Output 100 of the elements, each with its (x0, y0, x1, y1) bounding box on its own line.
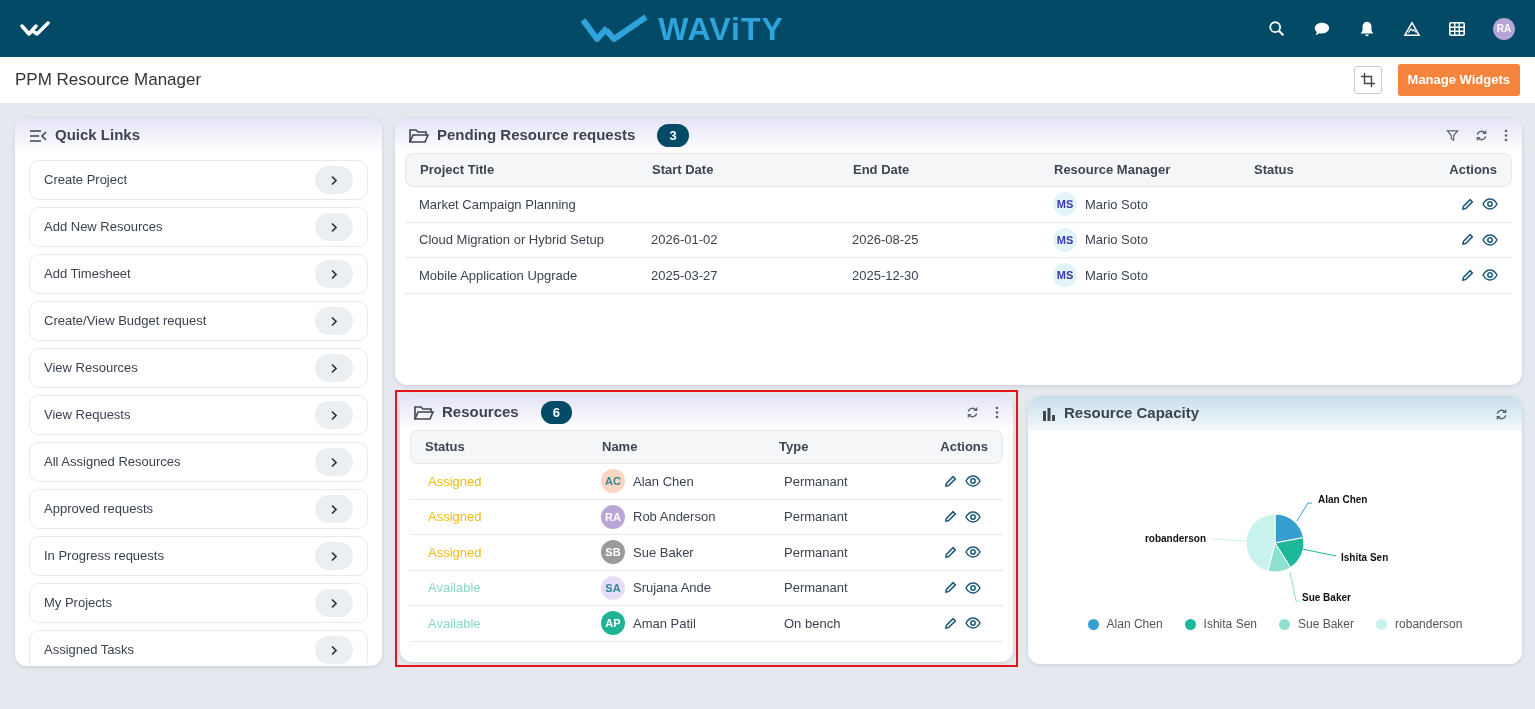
table-cell-text: Alan Chen (633, 472, 694, 491)
folder-icon (409, 127, 429, 144)
chevron-right-icon (330, 409, 338, 421)
refresh-icon[interactable] (1475, 129, 1488, 142)
edit-icon[interactable] (944, 474, 957, 488)
quick-link-item[interactable]: All Assigned Resources (29, 442, 368, 482)
column-header: Actions (1448, 161, 1498, 180)
status-text: Assigned (428, 473, 482, 489)
chevron-right-icon (330, 644, 338, 656)
avatar: AC (601, 469, 625, 494)
avatar: SA (601, 575, 625, 600)
logo-check-icon (580, 13, 651, 44)
avatar: SB (601, 540, 625, 565)
column-header: Type (778, 438, 810, 457)
menu-collapse-icon[interactable] (29, 128, 47, 143)
view-icon[interactable] (965, 546, 981, 559)
refresh-icon[interactable] (1495, 407, 1508, 421)
status-text: Available (428, 615, 481, 631)
pie-label: Sue Baker (1302, 592, 1351, 603)
edit-icon[interactable] (944, 545, 957, 559)
more-options-icon[interactable] (995, 406, 999, 419)
filter-icon[interactable] (1446, 129, 1459, 142)
chevron-right-icon (330, 221, 338, 233)
view-icon[interactable] (1482, 198, 1498, 211)
chevron-right-icon (330, 503, 338, 515)
crop-button[interactable] (1353, 66, 1382, 94)
leader-line (1296, 502, 1313, 522)
quick-link-item[interactable]: In Progress requests (29, 536, 368, 576)
quick-link-item[interactable]: My Projects (29, 583, 368, 623)
edit-icon[interactable] (1461, 268, 1474, 282)
table-cell-text: Sue Baker (633, 543, 694, 562)
folder-icon (414, 404, 434, 421)
column-header: Status (424, 438, 466, 457)
logo-text: WAViTY (658, 9, 784, 49)
avatar: AP (601, 611, 625, 636)
table-cell: Permanant (784, 544, 848, 560)
quick-link-item[interactable]: Add Timesheet (29, 254, 368, 294)
chevron-right-icon (330, 174, 338, 186)
table-cell: Permanant (784, 473, 848, 489)
search-icon[interactable] (1268, 19, 1286, 38)
quick-link-item[interactable]: View Requests (29, 395, 368, 435)
avatar: MS (1053, 192, 1077, 217)
edit-icon[interactable] (944, 510, 957, 524)
column-header: Project Title (419, 161, 496, 180)
table-cell-text: Mobile Application Upgrade (418, 266, 579, 285)
view-icon[interactable] (965, 617, 981, 630)
quick-link-item[interactable]: Add New Resources (29, 207, 368, 247)
bell-icon[interactable] (1358, 19, 1376, 38)
chevron-right-icon (330, 315, 338, 327)
table-cell-text: Srujana Ande (633, 579, 712, 597)
panel-title: Quick Links (55, 125, 141, 146)
quick-link-item[interactable]: Create Project (29, 160, 368, 200)
view-icon[interactable] (1482, 269, 1498, 282)
table-cell-text: Mario Soto (1085, 195, 1148, 214)
edit-icon[interactable] (1461, 233, 1474, 247)
column-header: Status (1253, 161, 1294, 180)
table-cell: On bench (784, 615, 841, 631)
edit-icon[interactable] (1461, 197, 1474, 211)
table-cell-text: Rob Anderson (633, 508, 716, 526)
view-icon[interactable] (965, 581, 981, 594)
table-cell-text: Mario Soto (1085, 231, 1148, 249)
panel-title: Resources (442, 402, 519, 423)
bar-chart-icon (1042, 406, 1056, 421)
quick-link-item[interactable]: Assigned Tasks (29, 630, 368, 666)
status-text: Assigned (428, 544, 482, 560)
leader-line (1212, 538, 1247, 542)
view-icon[interactable] (965, 475, 981, 488)
quick-link-item[interactable]: Create/View Budget request (29, 301, 368, 341)
avatar: MS (1053, 263, 1077, 288)
table-cell-text: Aman Patil (633, 614, 696, 633)
pie-label: Alan Chen (1318, 494, 1368, 505)
pie-label: Ishita Sen (1341, 552, 1389, 563)
quick-link-item[interactable]: Approved requests (29, 489, 368, 529)
panel-title: Resource Capacity (1064, 403, 1200, 424)
grid-icon[interactable] (1448, 19, 1466, 38)
view-icon[interactable] (1482, 233, 1498, 246)
status-text: Available (428, 580, 481, 595)
chevron-right-icon (330, 550, 338, 562)
refresh-icon[interactable] (966, 406, 979, 419)
mountain-icon[interactable] (1403, 19, 1421, 38)
quick-link-item[interactable]: View Resources (29, 348, 368, 388)
table-cell-text: Market Campaign Planning (418, 195, 577, 214)
edit-icon[interactable] (944, 616, 957, 630)
edit-icon[interactable] (944, 581, 957, 595)
legend-label: Ishita Sen (1203, 616, 1257, 633)
table-cell: 2025-12-30 (852, 267, 919, 283)
column-header: Actions (939, 438, 989, 457)
leader-line (1301, 548, 1337, 557)
table-cell: Permanant (784, 509, 848, 524)
column-header: Resource Manager (1053, 161, 1172, 180)
column-header: Name (601, 438, 639, 457)
more-options-icon[interactable] (1504, 129, 1508, 142)
legend-label: Sue Baker (1298, 616, 1355, 633)
chevron-right-icon (330, 597, 338, 609)
chevron-right-icon (330, 268, 338, 280)
table-cell: Permanant (784, 580, 848, 595)
avatar: RA (601, 504, 625, 529)
view-icon[interactable] (965, 510, 981, 523)
column-header: End Date (852, 161, 911, 180)
avatar: MS (1053, 227, 1077, 252)
